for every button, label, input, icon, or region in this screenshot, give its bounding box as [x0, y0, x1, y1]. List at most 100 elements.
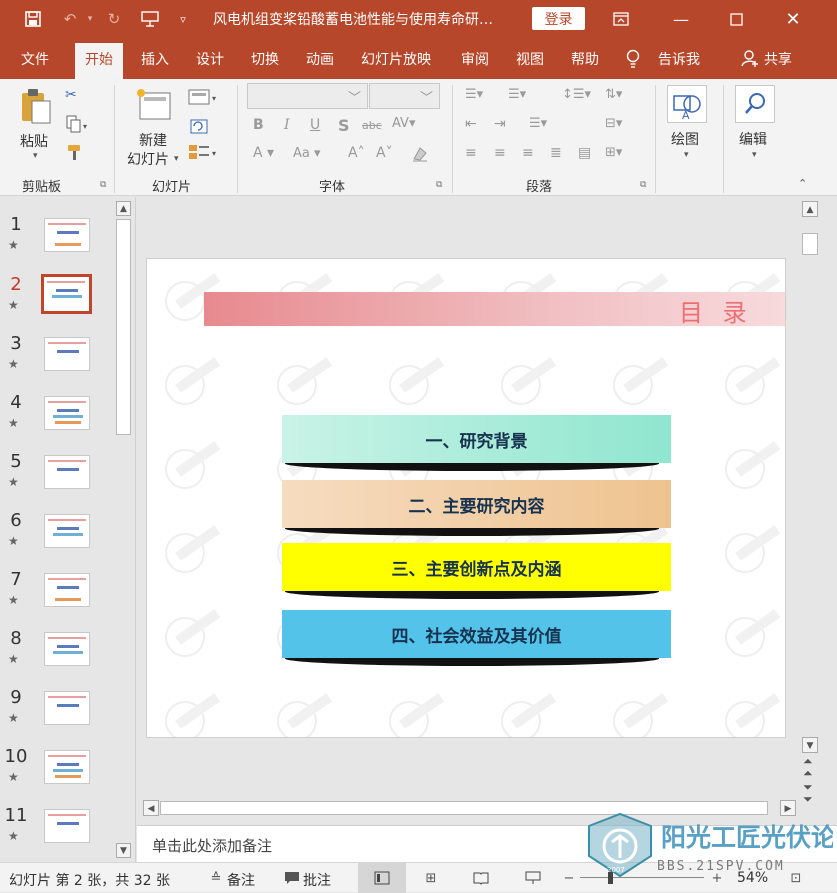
- save-icon[interactable]: [21, 7, 45, 31]
- reset-icon[interactable]: [188, 117, 210, 139]
- bold-icon[interactable]: B: [253, 117, 264, 133]
- tab-slideshow[interactable]: 幻灯片放映: [361, 49, 431, 69]
- decrease-font-icon[interactable]: A˅: [376, 145, 393, 161]
- clipboard-launcher-icon[interactable]: ⧉: [100, 180, 106, 190]
- slide-thumbnail[interactable]: 1 ★: [0, 214, 112, 272]
- drawing-shapes-icon[interactable]: A: [667, 85, 707, 123]
- toc-item[interactable]: 一、研究背景: [282, 415, 671, 463]
- tell-me-search[interactable]: 告诉我: [658, 49, 700, 69]
- font-family-select[interactable]: ﹀: [247, 83, 368, 109]
- toc-item[interactable]: 四、社会效益及其价值: [282, 610, 671, 658]
- slide-thumbnail-image[interactable]: [44, 750, 90, 784]
- redo-icon[interactable]: ↻: [102, 7, 126, 31]
- new-slide-dropdown-icon[interactable]: ▾: [174, 154, 179, 164]
- scrollbar-thumb[interactable]: [160, 801, 768, 815]
- zoom-slider-thumb[interactable]: [608, 870, 613, 884]
- numbering-icon[interactable]: ☰▾: [508, 87, 526, 102]
- tab-design[interactable]: 设计: [196, 49, 224, 69]
- slide-thumbnail-image[interactable]: [44, 396, 90, 430]
- paste-icon[interactable]: [20, 87, 52, 131]
- change-case-icon[interactable]: A ▾: [253, 145, 274, 161]
- slide-thumbnail[interactable]: 6 ★: [0, 510, 112, 568]
- font-size-case-icon[interactable]: Aa ▾: [293, 146, 321, 161]
- font-launcher-icon[interactable]: ⧉: [436, 180, 442, 190]
- slide-thumbnail-image[interactable]: [44, 573, 90, 607]
- paste-button[interactable]: 粘贴: [20, 131, 48, 151]
- toc-item[interactable]: 三、主要创新点及内涵: [282, 543, 671, 591]
- share-icon[interactable]: [741, 49, 759, 71]
- tab-home[interactable]: 开始: [75, 43, 123, 79]
- slide-thumbnail[interactable]: 7 ★: [0, 569, 112, 627]
- login-button[interactable]: 登录: [532, 7, 585, 30]
- ribbon-display-options-icon[interactable]: [598, 4, 644, 34]
- current-slide[interactable]: 目 录 一、研究背景 二、主要研究内容 三、主要创新点及内涵 四、社会效益及其价值: [146, 258, 786, 738]
- copy-icon[interactable]: ▾: [65, 115, 89, 137]
- editing-button[interactable]: 编辑: [739, 129, 767, 149]
- thumbnail-scrollbar[interactable]: ▲ ▼: [114, 197, 133, 862]
- notes-pane[interactable]: 单击此处添加备注: [137, 825, 837, 862]
- underline-icon[interactable]: U: [310, 117, 320, 133]
- share-button[interactable]: 共享: [764, 49, 792, 69]
- slide-title[interactable]: 目 录: [679, 293, 753, 328]
- cut-icon[interactable]: ✂: [65, 87, 77, 103]
- tab-insert[interactable]: 插入: [141, 49, 169, 69]
- close-icon[interactable]: ✕: [770, 4, 816, 34]
- slide-thumbnail-image[interactable]: [44, 809, 90, 843]
- distributed-icon[interactable]: ▤: [578, 145, 591, 161]
- new-slide-button-line2[interactable]: 幻灯片: [127, 149, 169, 169]
- slide-thumbnail-image[interactable]: [41, 274, 92, 314]
- lightbulb-icon[interactable]: [626, 49, 640, 73]
- tab-view[interactable]: 视图: [516, 49, 544, 69]
- scrollbar-thumb[interactable]: [802, 233, 818, 255]
- font-size-select[interactable]: ﹀: [369, 83, 440, 109]
- undo-dropdown-icon[interactable]: ▾: [78, 7, 102, 31]
- slide-thumbnail-image[interactable]: [44, 691, 90, 725]
- fit-to-window-icon[interactable]: ⊡: [783, 868, 809, 888]
- minimize-icon[interactable]: —: [658, 4, 704, 34]
- editing-dropdown-icon[interactable]: ▾: [752, 150, 757, 160]
- decrease-indent-icon[interactable]: ⇤: [465, 116, 477, 132]
- previous-slide-icon[interactable]: ⏶ ⏶: [803, 755, 813, 779]
- align-left-icon[interactable]: ≡: [465, 145, 477, 161]
- next-slide-icon[interactable]: ⏷ ⏷: [803, 781, 813, 805]
- format-painter-icon[interactable]: [65, 144, 85, 166]
- scroll-down-icon[interactable]: ▼: [802, 737, 818, 753]
- italic-icon[interactable]: I: [284, 117, 290, 133]
- maximize-icon[interactable]: [713, 4, 759, 34]
- slideshow-view-icon[interactable]: [520, 868, 546, 888]
- text-direction-icon[interactable]: ⇅▾: [605, 87, 622, 102]
- slide-thumbnail-image[interactable]: [44, 337, 90, 371]
- scroll-left-icon[interactable]: ◀: [143, 800, 159, 816]
- slide-thumbnail[interactable]: 4 ★: [0, 392, 112, 450]
- slide-thumbnail[interactable]: 8 ★: [0, 628, 112, 686]
- layout-icon[interactable]: ▾: [188, 89, 220, 109]
- slide-thumbnail-image[interactable]: [44, 455, 90, 489]
- reading-view-icon[interactable]: [468, 868, 494, 888]
- scroll-up-icon[interactable]: ▲: [802, 201, 818, 217]
- new-slide-button-line1[interactable]: 新建: [139, 130, 167, 150]
- strikethrough-icon[interactable]: abc: [362, 119, 382, 132]
- scroll-down-icon[interactable]: ▼: [116, 843, 131, 858]
- slide-thumbnail[interactable]: 10 ★: [0, 746, 112, 804]
- drawing-button[interactable]: 绘图: [671, 129, 699, 149]
- zoom-level[interactable]: 54%: [737, 870, 768, 886]
- character-spacing-icon[interactable]: AV▾: [392, 116, 415, 131]
- justify-icon[interactable]: ≣: [550, 145, 562, 161]
- normal-view-icon[interactable]: [358, 863, 406, 893]
- paragraph-launcher-icon[interactable]: ⧉: [640, 180, 646, 190]
- slide-thumbnail[interactable]: 2 ★: [0, 274, 112, 332]
- tab-file[interactable]: 文件: [21, 49, 49, 69]
- tab-animations[interactable]: 动画: [306, 49, 334, 69]
- tab-help[interactable]: 帮助: [571, 49, 599, 69]
- new-slide-icon[interactable]: [136, 87, 174, 127]
- collapse-ribbon-icon[interactable]: ⌃: [798, 177, 807, 190]
- align-center-icon[interactable]: ≡: [494, 145, 506, 161]
- slide-thumbnail-image[interactable]: [44, 514, 90, 548]
- scrollbar-thumb[interactable]: [116, 219, 131, 435]
- zoom-slider[interactable]: [580, 877, 704, 878]
- increase-font-icon[interactable]: A˄: [348, 145, 365, 161]
- scroll-right-icon[interactable]: ▶: [780, 800, 796, 816]
- customize-quick-access-icon[interactable]: ▿: [171, 7, 195, 31]
- tab-review[interactable]: 审阅: [461, 49, 489, 69]
- slide-thumbnail-image[interactable]: [44, 632, 90, 666]
